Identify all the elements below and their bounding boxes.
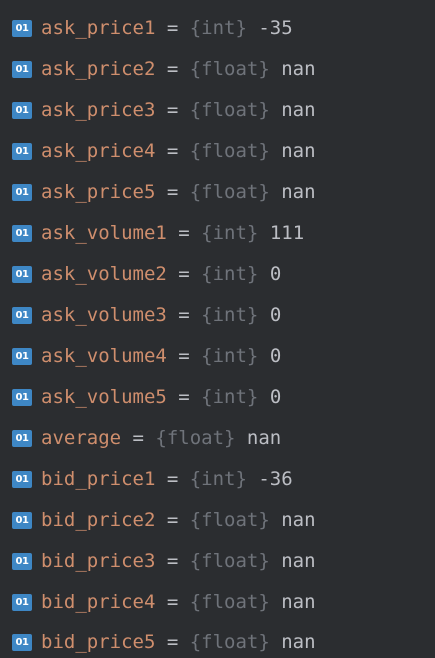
variable-type: {float} [189, 58, 270, 80]
equals-sign: = [166, 263, 202, 285]
variable-type: {float} [155, 427, 236, 449]
primitive-variable-icon: 01 [12, 184, 32, 201]
primitive-variable-icon: 01 [12, 225, 32, 242]
variable-value: 0 [258, 386, 282, 408]
equals-sign: = [155, 140, 190, 162]
variable-type: {float} [189, 591, 270, 613]
variable-row[interactable]: 01 ask_price2 = {float} nan [0, 49, 435, 90]
equals-sign: = [166, 386, 202, 408]
equals-sign: = [155, 550, 190, 572]
variable-name: ask_price2 [41, 58, 156, 80]
variable-name: ask_price3 [41, 99, 156, 121]
primitive-variable-icon: 01 [12, 430, 32, 447]
equals-sign: = [155, 99, 190, 121]
equals-sign: = [155, 631, 190, 653]
variable-row[interactable]: 01 ask_volume4 = {int} 0 [0, 336, 435, 377]
primitive-variable-icon: 01 [12, 102, 32, 119]
variable-row[interactable]: 01 bid_price2 = {float} nan [0, 500, 435, 541]
variable-type: {float} [189, 550, 270, 572]
primitive-variable-icon: 01 [12, 512, 32, 529]
primitive-variable-icon: 01 [12, 634, 32, 651]
variable-name: bid_price5 [41, 631, 156, 653]
equals-sign: = [155, 468, 190, 490]
variable-name: ask_volume3 [41, 304, 167, 326]
variable-row[interactable]: 01 ask_price3 = {float} nan [0, 90, 435, 131]
variable-value: 0 [258, 345, 282, 367]
variable-row[interactable]: 01 ask_volume3 = {int} 0 [0, 295, 435, 336]
variable-type: {int} [201, 263, 259, 285]
equals-sign: = [155, 17, 190, 39]
primitive-variable-icon: 01 [12, 307, 32, 324]
variable-value: 111 [258, 222, 305, 244]
variable-type: {float} [189, 99, 270, 121]
primitive-variable-icon: 01 [12, 348, 32, 365]
variable-row[interactable]: 01 bid_price5 = {float} nan [0, 622, 435, 658]
equals-sign: = [155, 509, 190, 531]
primitive-variable-icon: 01 [12, 143, 32, 160]
equals-sign: = [155, 181, 190, 203]
primitive-variable-icon: 01 [12, 389, 32, 406]
variable-row[interactable]: 01 ask_volume1 = {int} 111 [0, 213, 435, 254]
variable-type: {float} [189, 509, 270, 531]
variable-type: {float} [189, 140, 270, 162]
variable-row[interactable]: 01 bid_price1 = {int} -36 [0, 459, 435, 500]
variable-value: nan [269, 181, 316, 203]
primitive-variable-icon: 01 [12, 594, 32, 611]
variable-value: nan [269, 631, 316, 653]
variable-name: bid_price2 [41, 509, 156, 531]
variable-row[interactable]: 01 ask_price1 = {int} -35 [0, 8, 435, 49]
variable-value: nan [269, 140, 316, 162]
variable-value: 0 [258, 304, 282, 326]
variable-type: {int} [189, 17, 247, 39]
variable-name: bid_price1 [41, 468, 156, 490]
variable-name: bid_price3 [41, 550, 156, 572]
variable-value: -36 [246, 468, 293, 490]
variable-type: {int} [201, 222, 259, 244]
variable-name: ask_volume1 [41, 222, 167, 244]
primitive-variable-icon: 01 [12, 553, 32, 570]
variable-value: nan [269, 550, 316, 572]
variable-value: nan [269, 99, 316, 121]
variable-type: {int} [189, 468, 247, 490]
primitive-variable-icon: 01 [12, 20, 32, 37]
variable-type: {int} [201, 304, 259, 326]
variable-name: ask_volume4 [41, 345, 167, 367]
variable-row[interactable]: 01 ask_volume5 = {int} 0 [0, 377, 435, 418]
variable-value: nan [269, 58, 316, 80]
variable-value: -35 [246, 17, 293, 39]
primitive-variable-icon: 01 [12, 61, 32, 78]
variable-name: ask_price5 [41, 181, 156, 203]
variable-name: average [41, 427, 122, 449]
variable-name: ask_volume5 [41, 386, 167, 408]
variable-value: nan [269, 509, 316, 531]
equals-sign: = [121, 427, 156, 449]
variable-type: {float} [189, 181, 270, 203]
variable-type: {int} [201, 386, 259, 408]
variable-row[interactable]: 01 bid_price4 = {float} nan [0, 582, 435, 623]
variable-type: {float} [189, 631, 270, 653]
equals-sign: = [166, 345, 202, 367]
debugger-variables-panel: 01 ask_price1 = {int} -35 01 ask_price2 … [0, 0, 435, 658]
variable-name: bid_price4 [41, 591, 156, 613]
equals-sign: = [166, 222, 202, 244]
variable-value: nan [269, 591, 316, 613]
variable-value: 0 [258, 263, 282, 285]
variable-row[interactable]: 01 average = {float} nan [0, 418, 435, 459]
variable-row[interactable]: 01 ask_volume2 = {int} 0 [0, 254, 435, 295]
variable-type: {int} [201, 345, 259, 367]
primitive-variable-icon: 01 [12, 471, 32, 488]
variable-row[interactable]: 01 bid_price3 = {float} nan [0, 541, 435, 582]
equals-sign: = [155, 58, 190, 80]
primitive-variable-icon: 01 [12, 266, 32, 283]
variable-name: ask_price4 [41, 140, 156, 162]
variable-name: ask_price1 [41, 17, 156, 39]
variable-row[interactable]: 01 ask_price5 = {float} nan [0, 172, 435, 213]
equals-sign: = [166, 304, 202, 326]
variable-name: ask_volume2 [41, 263, 167, 285]
variable-row[interactable]: 01 ask_price4 = {float} nan [0, 131, 435, 172]
equals-sign: = [155, 591, 190, 613]
variable-value: nan [235, 427, 282, 449]
